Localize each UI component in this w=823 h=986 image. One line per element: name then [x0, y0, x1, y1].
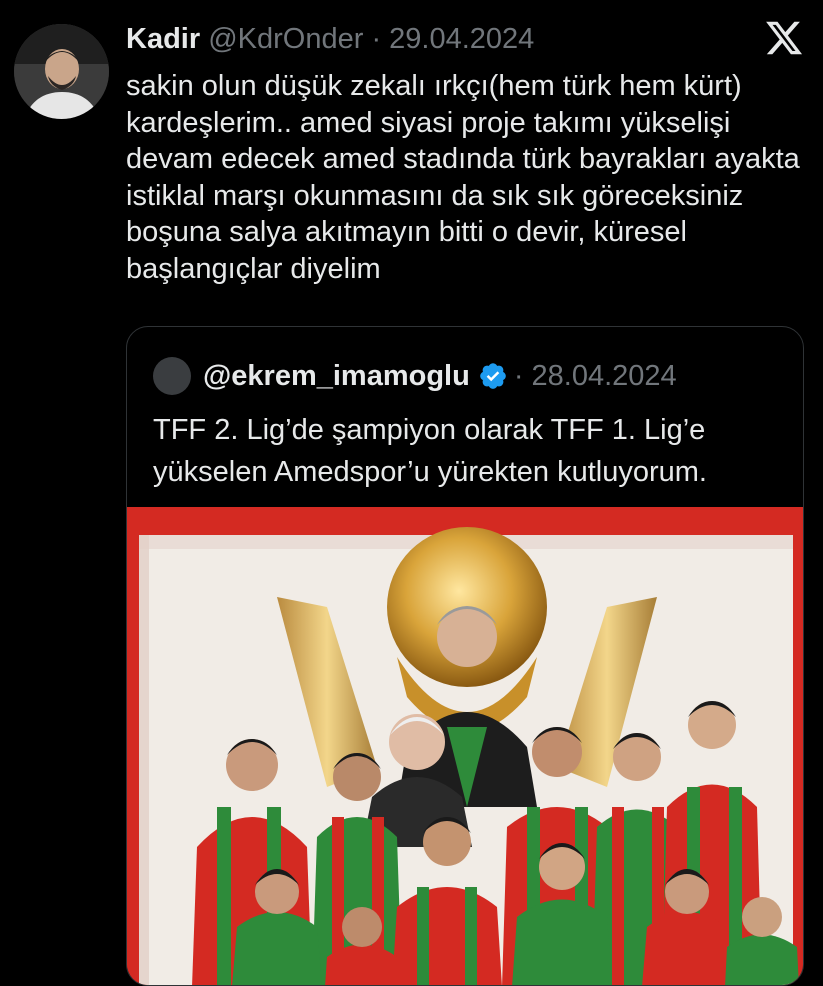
author-avatar[interactable] — [14, 24, 109, 119]
team-celebration-photo — [127, 507, 803, 985]
verified-badge-icon — [480, 363, 506, 389]
quoted-handle[interactable]: @ekrem_imamoglu — [203, 358, 470, 394]
tweet-text: sakin olun düşük zekalı ırkçı(hem türk h… — [126, 70, 800, 285]
x-logo-icon[interactable] — [764, 18, 804, 58]
quoted-date[interactable]: 28.04.2024 — [532, 358, 677, 394]
quoted-media-image[interactable] — [127, 507, 803, 985]
author-name[interactable]: Kadir — [126, 23, 200, 55]
tweet-date[interactable]: 29.04.2024 — [389, 23, 534, 55]
tweet-header: Kadir @KdrOnder · 29.04.2024 — [126, 20, 534, 58]
author-handle[interactable]: @KdrOnder — [208, 23, 363, 55]
header-separator: · — [371, 23, 382, 55]
quoted-separator: · — [513, 360, 524, 392]
quoted-tweet[interactable]: @ekrem_imamoglu · 28.04.2024 TFF 2. Lig’… — [126, 326, 804, 986]
quoted-text: TFF 2. Lig’de şampiyon olarak TFF 1. Lig… — [153, 414, 707, 488]
quoted-avatar[interactable] — [153, 357, 191, 395]
quoted-header: @ekrem_imamoglu · 28.04.2024 — [153, 357, 677, 395]
author-avatar-image — [14, 24, 109, 119]
